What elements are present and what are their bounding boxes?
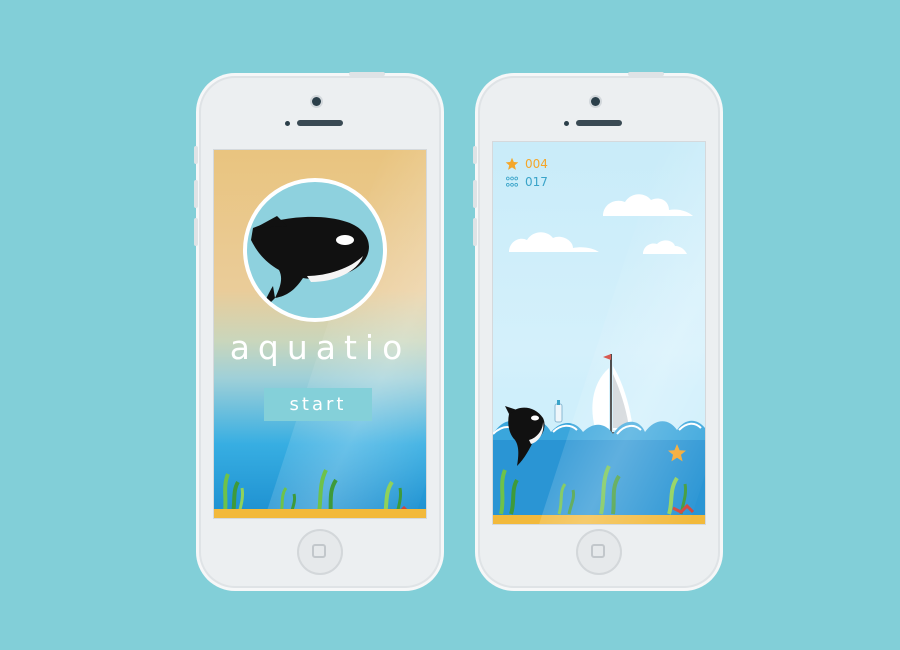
home-button[interactable] bbox=[576, 529, 622, 575]
front-camera bbox=[591, 97, 600, 106]
mute-switch bbox=[473, 146, 477, 164]
proximity-sensor bbox=[285, 121, 290, 126]
volume-up-button bbox=[194, 180, 198, 208]
front-camera bbox=[312, 97, 321, 106]
power-button bbox=[349, 72, 385, 76]
orca-logo-icon bbox=[251, 216, 369, 312]
power-button bbox=[628, 72, 664, 76]
menu-screen: aquatio start bbox=[214, 150, 426, 518]
mute-switch bbox=[194, 146, 198, 164]
orca-logo bbox=[247, 182, 383, 318]
game-title: aquatio bbox=[229, 328, 411, 367]
game-screen: 004 017 bbox=[493, 142, 705, 524]
volume-up-button bbox=[473, 180, 477, 208]
start-button[interactable]: start bbox=[264, 388, 372, 421]
phone-menu: aquatio start bbox=[194, 72, 441, 588]
bottle bbox=[554, 400, 563, 423]
sand-floor bbox=[214, 509, 426, 518]
volume-down-button bbox=[473, 218, 477, 246]
earpiece-speaker bbox=[297, 120, 343, 126]
proximity-sensor bbox=[564, 121, 569, 126]
phone-game: 004 017 bbox=[473, 72, 720, 588]
home-square-icon bbox=[312, 544, 326, 558]
earpiece-speaker bbox=[576, 120, 622, 126]
volume-down-button bbox=[194, 218, 198, 246]
home-button[interactable] bbox=[297, 529, 343, 575]
home-square-icon bbox=[591, 544, 605, 558]
